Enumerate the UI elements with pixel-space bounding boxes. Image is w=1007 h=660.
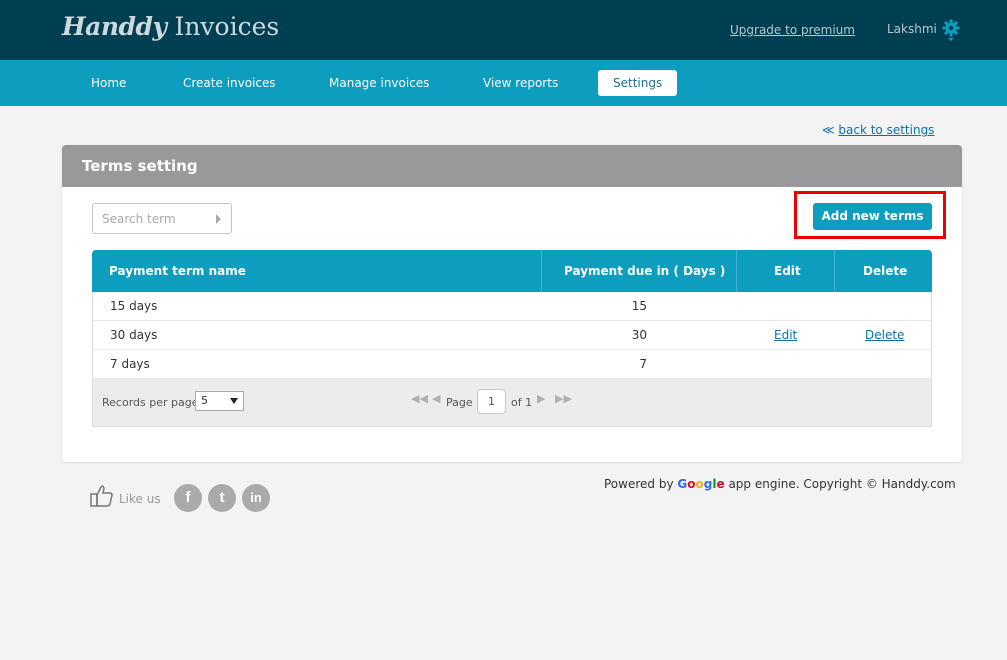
page-count-label: of 1 <box>511 396 533 409</box>
due-days-cell: 7 <box>639 357 647 371</box>
upgrade-link[interactable]: Upgrade to premium <box>730 23 855 37</box>
column-divider <box>736 250 737 292</box>
top-bar: Handdy Invoices Upgrade to premium Laksh… <box>0 0 1007 60</box>
chevron-down-icon <box>230 398 238 404</box>
double-chevron-left-icon: ≪ <box>822 123 835 137</box>
footer-copyright: Powered by Google app engine. Copyright … <box>604 477 956 491</box>
username-label[interactable]: Lakshmi <box>887 22 937 36</box>
nav-settings[interactable]: Settings <box>598 70 678 96</box>
google-logo: Google <box>677 477 725 491</box>
app-logo[interactable]: Handdy Invoices <box>62 12 279 41</box>
search-input[interactable] <box>93 204 203 233</box>
linkedin-icon[interactable]: in <box>242 484 270 512</box>
term-name-cell: 30 days <box>110 328 158 342</box>
nav-create-invoices[interactable]: Create invoices <box>168 70 291 96</box>
powered-by-label: Powered by <box>604 477 674 491</box>
facebook-icon[interactable]: f <box>174 484 202 512</box>
nav-view-reports[interactable]: View reports <box>468 70 573 96</box>
table-header: Payment term name Payment due in ( Days … <box>92 250 932 292</box>
first-page-icon[interactable]: ◀◀ <box>411 392 428 405</box>
thumbs-up-icon[interactable] <box>90 484 114 508</box>
table-row[interactable]: 30 days 30 Edit Delete <box>93 321 931 350</box>
table-row[interactable]: 7 days 7 <box>93 350 931 379</box>
column-header-due-days: Payment due in ( Days ) <box>564 264 726 278</box>
nav-manage-invoices[interactable]: Manage invoices <box>314 70 444 96</box>
logo-script-text: Handdy <box>62 12 167 41</box>
terms-panel: Terms setting Add new terms Payment term… <box>62 145 962 462</box>
panel-title: Terms setting <box>62 145 962 187</box>
nav-home[interactable]: Home <box>76 70 141 96</box>
search-arrow-icon[interactable] <box>216 214 221 224</box>
column-header-delete: Delete <box>863 264 908 278</box>
like-us-label: Like us <box>119 492 161 506</box>
main-nav: Home Create invoices Manage invoices Vie… <box>0 60 1007 106</box>
back-link-label: back to settings <box>838 123 935 137</box>
table-row[interactable]: 15 days 15 <box>93 292 931 321</box>
due-days-cell: 15 <box>631 299 647 313</box>
column-header-term-name: Payment term name <box>109 264 246 278</box>
records-per-page-label: Records per page <box>102 396 199 409</box>
records-per-page-value: 5 <box>201 394 208 407</box>
delete-link[interactable]: Delete <box>865 321 904 350</box>
due-days-cell: 30 <box>631 328 647 342</box>
records-per-page-select[interactable]: 5 <box>195 391 244 411</box>
next-page-icon[interactable]: ▶ <box>537 392 545 405</box>
gear-icon[interactable] <box>941 18 961 42</box>
table-body: 15 days 15 30 days 30 Edit Delete 7 days… <box>92 292 932 379</box>
term-name-cell: 7 days <box>110 357 150 371</box>
last-page-icon[interactable]: ▶▶ <box>555 392 572 405</box>
page-label: Page <box>446 396 473 409</box>
pagination-bar: Records per page 5 ◀◀ ◀ Page 1 of 1 ▶ ▶▶ <box>92 379 932 427</box>
column-header-edit: Edit <box>774 264 801 278</box>
add-new-terms-button[interactable]: Add new terms <box>813 203 932 230</box>
page-number-input[interactable]: 1 <box>477 389 506 414</box>
logo-plain-text: Invoices <box>174 12 280 41</box>
twitter-icon[interactable]: t <box>208 484 236 512</box>
term-name-cell: 15 days <box>110 299 158 313</box>
column-divider <box>834 250 835 292</box>
app-engine-copyright: app engine. Copyright © Handdy.com <box>728 477 956 491</box>
column-divider <box>541 250 542 292</box>
search-box[interactable] <box>92 203 232 234</box>
terms-table: Payment term name Payment due in ( Days … <box>92 250 932 427</box>
edit-link[interactable]: Edit <box>774 321 797 350</box>
back-to-settings-link[interactable]: ≪ back to settings <box>822 123 934 137</box>
prev-page-icon[interactable]: ◀ <box>432 392 440 405</box>
